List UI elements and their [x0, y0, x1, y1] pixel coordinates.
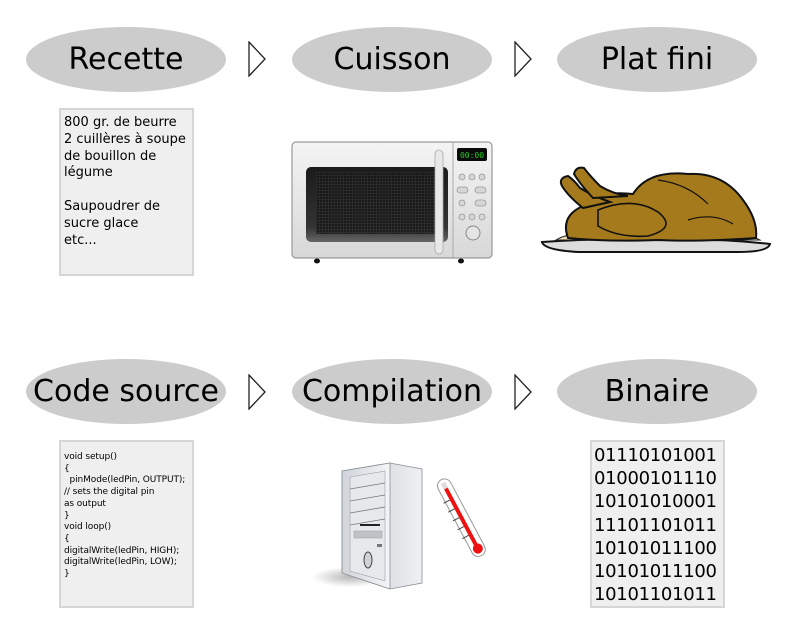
arrow-right-icon [514, 41, 532, 77]
stage-cuisson: Cuisson [292, 27, 492, 92]
binary-line: 01000101110 [594, 468, 717, 490]
recipe-text: 800 gr. de beurre 2 cuillères à soupe de… [64, 115, 186, 248]
binary-line: 10101101011 [594, 584, 717, 606]
binary-card: 01110101001 01000101110 10101010001 1110110… [590, 440, 725, 608]
stage-plat-fini: Plat fini [557, 27, 757, 92]
binary-line: 01110101001 [594, 445, 717, 466]
stage-label: Plat fini [600, 42, 714, 77]
stage-code-source: Code source [26, 359, 226, 424]
source-code-card: void setup() { pinMode(ledPin, OUTPUT); … [59, 440, 194, 608]
binary-text: 01110101001 01000101110 10101010001 1110110… [592, 442, 723, 606]
stage-label: Recette [68, 42, 184, 77]
stage-label: Code source [33, 374, 219, 409]
arrow-right-icon [248, 41, 266, 77]
arrow-right-icon [248, 374, 266, 410]
recipe-card: 800 gr. de beurre 2 cuillères à soupe de… [59, 108, 194, 276]
microwave-icon: 00:00 [291, 141, 493, 264]
roast-turkey-icon [540, 166, 772, 253]
stage-binaire: Binaire [557, 359, 757, 424]
binary-line: 10101011100 [594, 561, 717, 583]
binary-line: 10101010001 [594, 491, 717, 513]
arrow-right-icon [514, 374, 532, 410]
binary-line: 11101101011 [594, 514, 717, 536]
stage-label: Binaire [604, 374, 710, 409]
stage-label: Compilation [301, 374, 483, 409]
microwave-display: 00:00 [460, 151, 484, 160]
source-code-text: void setup() { pinMode(ledPin, OUTPUT); … [64, 452, 186, 580]
stage-compilation: Compilation [292, 359, 492, 424]
stage-recette: Recette [26, 27, 226, 92]
binary-line: 10101011100 [594, 537, 717, 559]
computer-tower-thermometer-icon [312, 462, 486, 590]
stage-label: Cuisson [333, 42, 451, 77]
